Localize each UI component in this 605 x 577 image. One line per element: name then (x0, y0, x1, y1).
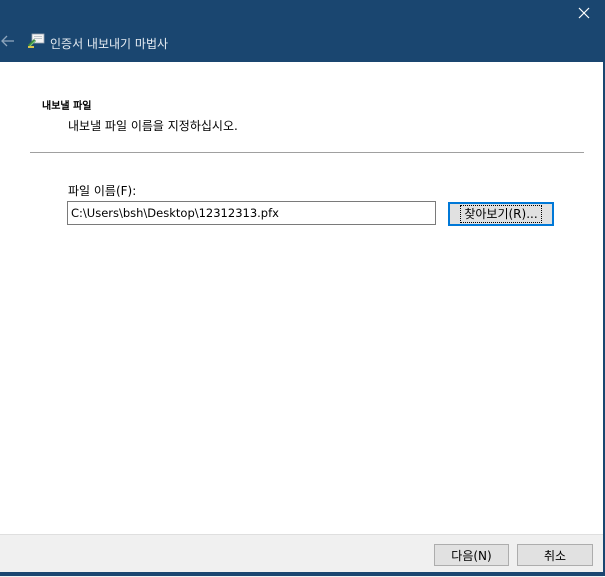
file-name-label: 파일 이름(F): (68, 184, 137, 198)
browse-button-label: 찾아보기(R)... (460, 205, 542, 223)
window-bottom-border (0, 572, 603, 576)
certificate-export-wizard-window: 인증서 내보내기 마법사 내보낼 파일 내보낼 파일 이름을 지정하십시오. 파… (0, 0, 605, 577)
divider (30, 152, 584, 153)
section-description: 내보낼 파일 이름을 지정하십시오. (68, 119, 238, 133)
section-title: 내보낼 파일 (42, 101, 92, 112)
wizard-footer: 다음(N) 취소 (0, 534, 603, 577)
next-button[interactable]: 다음(N) (434, 544, 509, 566)
close-button[interactable] (573, 2, 595, 24)
back-arrow-icon (1, 35, 14, 47)
title-bar: 인증서 내보내기 마법사 (0, 0, 603, 62)
cancel-button[interactable]: 취소 (517, 544, 593, 566)
browse-button[interactable]: 찾아보기(R)... (448, 202, 554, 226)
back-button[interactable] (0, 33, 16, 49)
wizard-title: 인증서 내보내기 마법사 (50, 37, 169, 51)
certificate-icon (28, 33, 45, 48)
close-icon (578, 7, 590, 19)
file-name-input[interactable] (67, 201, 436, 225)
wizard-content: 내보낼 파일 내보낼 파일 이름을 지정하십시오. 파일 이름(F): 찾아보기… (0, 62, 603, 534)
